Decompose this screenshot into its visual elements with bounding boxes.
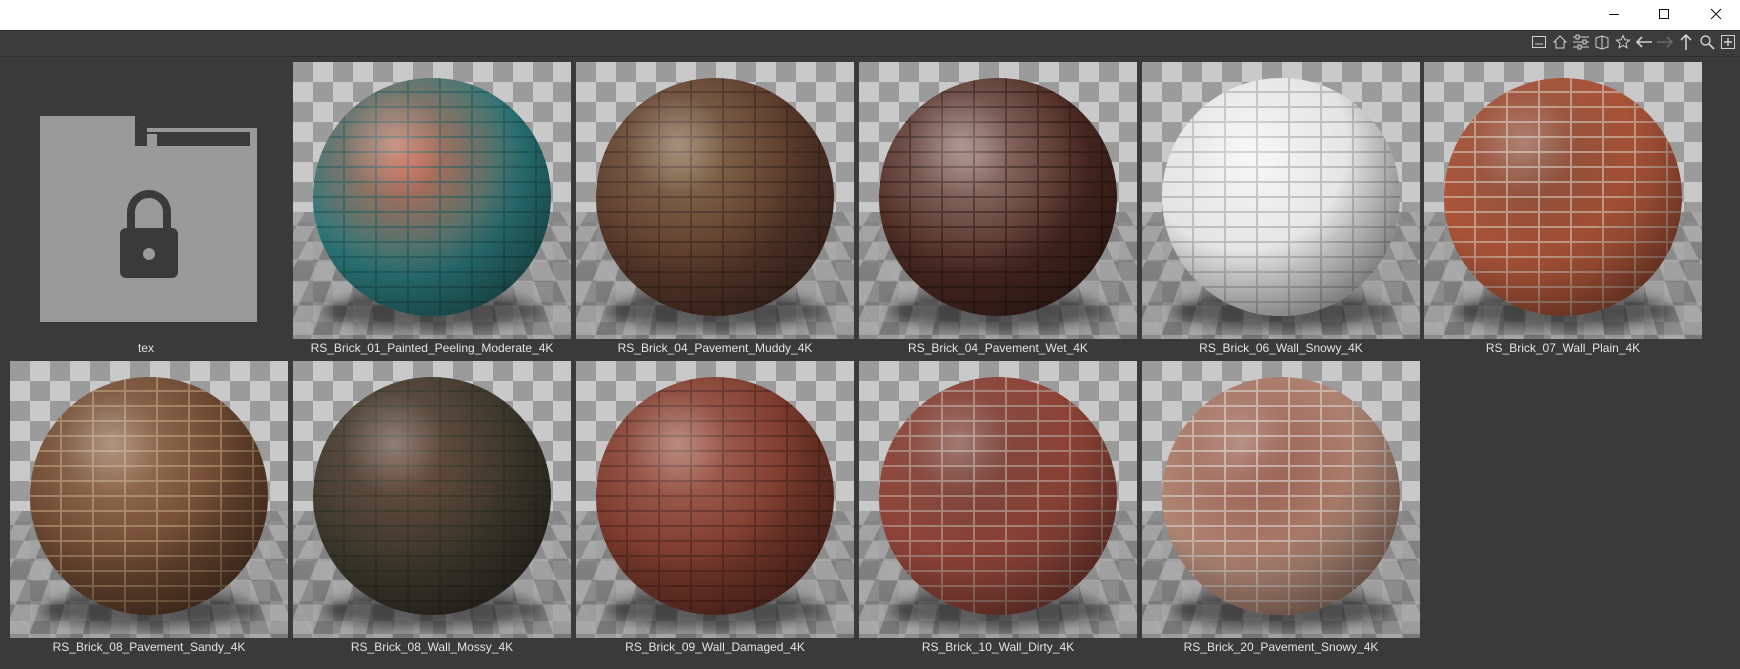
favorites-button[interactable]	[1613, 32, 1633, 52]
item-label: RS_Brick_20_Pavement_Snowy_4K	[1183, 640, 1379, 654]
material-item[interactable]: RS_Brick_04_Pavement_Muddy_4K	[576, 62, 854, 355]
item-label: RS_Brick_04_Pavement_Wet_4K	[908, 341, 1088, 355]
material-thumbnail	[293, 62, 571, 339]
back-button[interactable]	[1634, 32, 1654, 52]
material-sphere	[879, 377, 1117, 615]
back-arrow-icon	[1635, 36, 1652, 48]
material-item[interactable]: RS_Brick_20_Pavement_Snowy_4K	[1142, 361, 1420, 654]
material-thumbnail	[1424, 62, 1702, 339]
item-label: RS_Brick_10_Wall_Dirty_4K	[921, 640, 1075, 654]
material-thumbnail	[1142, 361, 1420, 638]
material-item[interactable]: RS_Brick_07_Wall_Plain_4K	[1424, 62, 1702, 355]
forward-arrow-icon	[1657, 36, 1674, 48]
material-sphere	[596, 377, 834, 615]
material-item[interactable]: RS_Brick_06_Wall_Snowy_4K	[1142, 62, 1420, 355]
material-sphere	[313, 377, 551, 615]
folder-item-tex[interactable]: tex	[7, 62, 285, 355]
material-item[interactable]: RS_Brick_01_Painted_Peeling_Moderate_4K	[293, 62, 571, 355]
home-button[interactable]	[1550, 32, 1570, 52]
maximize-button[interactable]	[1641, 0, 1687, 28]
up-button[interactable]	[1676, 32, 1696, 52]
home-icon	[1552, 35, 1568, 49]
toolbar	[1529, 31, 1738, 53]
window-titlebar	[0, 0, 1740, 30]
material-thumbnail	[576, 62, 854, 339]
material-thumbnail	[859, 62, 1137, 339]
material-thumbnail	[576, 361, 854, 638]
search-button[interactable]	[1697, 32, 1717, 52]
item-label: RS_Brick_08_Pavement_Sandy_4K	[52, 640, 246, 654]
material-sphere	[879, 78, 1117, 316]
library-button[interactable]	[1592, 32, 1612, 52]
material-item[interactable]: RS_Brick_08_Pavement_Sandy_4K	[10, 361, 288, 654]
browser-header-strip	[0, 30, 1740, 54]
star-icon	[1615, 34, 1631, 49]
material-thumbnail	[859, 361, 1137, 638]
minimize-icon	[1609, 14, 1619, 15]
folder-thumbnail	[7, 62, 285, 339]
filter-icon	[1573, 34, 1589, 50]
item-label: RS_Brick_04_Pavement_Muddy_4K	[617, 341, 813, 355]
book-icon	[1595, 35, 1609, 50]
item-label: RS_Brick_08_Wall_Mossy_4K	[350, 640, 514, 654]
close-button[interactable]	[1693, 0, 1739, 28]
item-label: RS_Brick_07_Wall_Plain_4K	[1485, 341, 1641, 355]
filter-settings-button[interactable]	[1571, 32, 1591, 52]
locked-folder-icon	[40, 116, 257, 322]
material-sphere	[1162, 377, 1400, 615]
material-thumbnail	[1142, 62, 1420, 339]
material-item[interactable]: RS_Brick_09_Wall_Damaged_4K	[576, 361, 854, 654]
search-icon	[1700, 35, 1715, 50]
panel-toggle-button[interactable]	[1529, 32, 1549, 52]
material-sphere	[30, 377, 268, 615]
add-icon	[1721, 35, 1735, 49]
forward-button[interactable]	[1655, 32, 1675, 52]
material-thumbnail	[10, 361, 288, 638]
material-item[interactable]: RS_Brick_10_Wall_Dirty_4K	[859, 361, 1137, 654]
material-sphere	[1444, 78, 1682, 316]
material-sphere	[596, 78, 834, 316]
asset-grid: tex RS_Brick_01_Painted_Peeling_Moderate…	[0, 56, 1740, 669]
item-label: RS_Brick_06_Wall_Snowy_4K	[1199, 341, 1363, 355]
up-arrow-icon	[1680, 33, 1692, 50]
item-label: RS_Brick_09_Wall_Damaged_4K	[625, 640, 805, 654]
panel-icon	[1532, 36, 1546, 48]
minimize-button[interactable]	[1591, 0, 1637, 28]
item-label: RS_Brick_01_Painted_Peeling_Moderate_4K	[310, 341, 554, 355]
material-item[interactable]: RS_Brick_04_Pavement_Wet_4K	[859, 62, 1137, 355]
material-thumbnail	[293, 361, 571, 638]
material-item[interactable]: RS_Brick_08_Wall_Mossy_4K	[293, 361, 571, 654]
material-sphere	[313, 78, 551, 316]
close-icon	[1710, 8, 1722, 20]
maximize-icon	[1659, 9, 1669, 19]
add-button[interactable]	[1718, 32, 1738, 52]
material-sphere	[1162, 78, 1400, 316]
item-label: tex	[137, 341, 154, 355]
